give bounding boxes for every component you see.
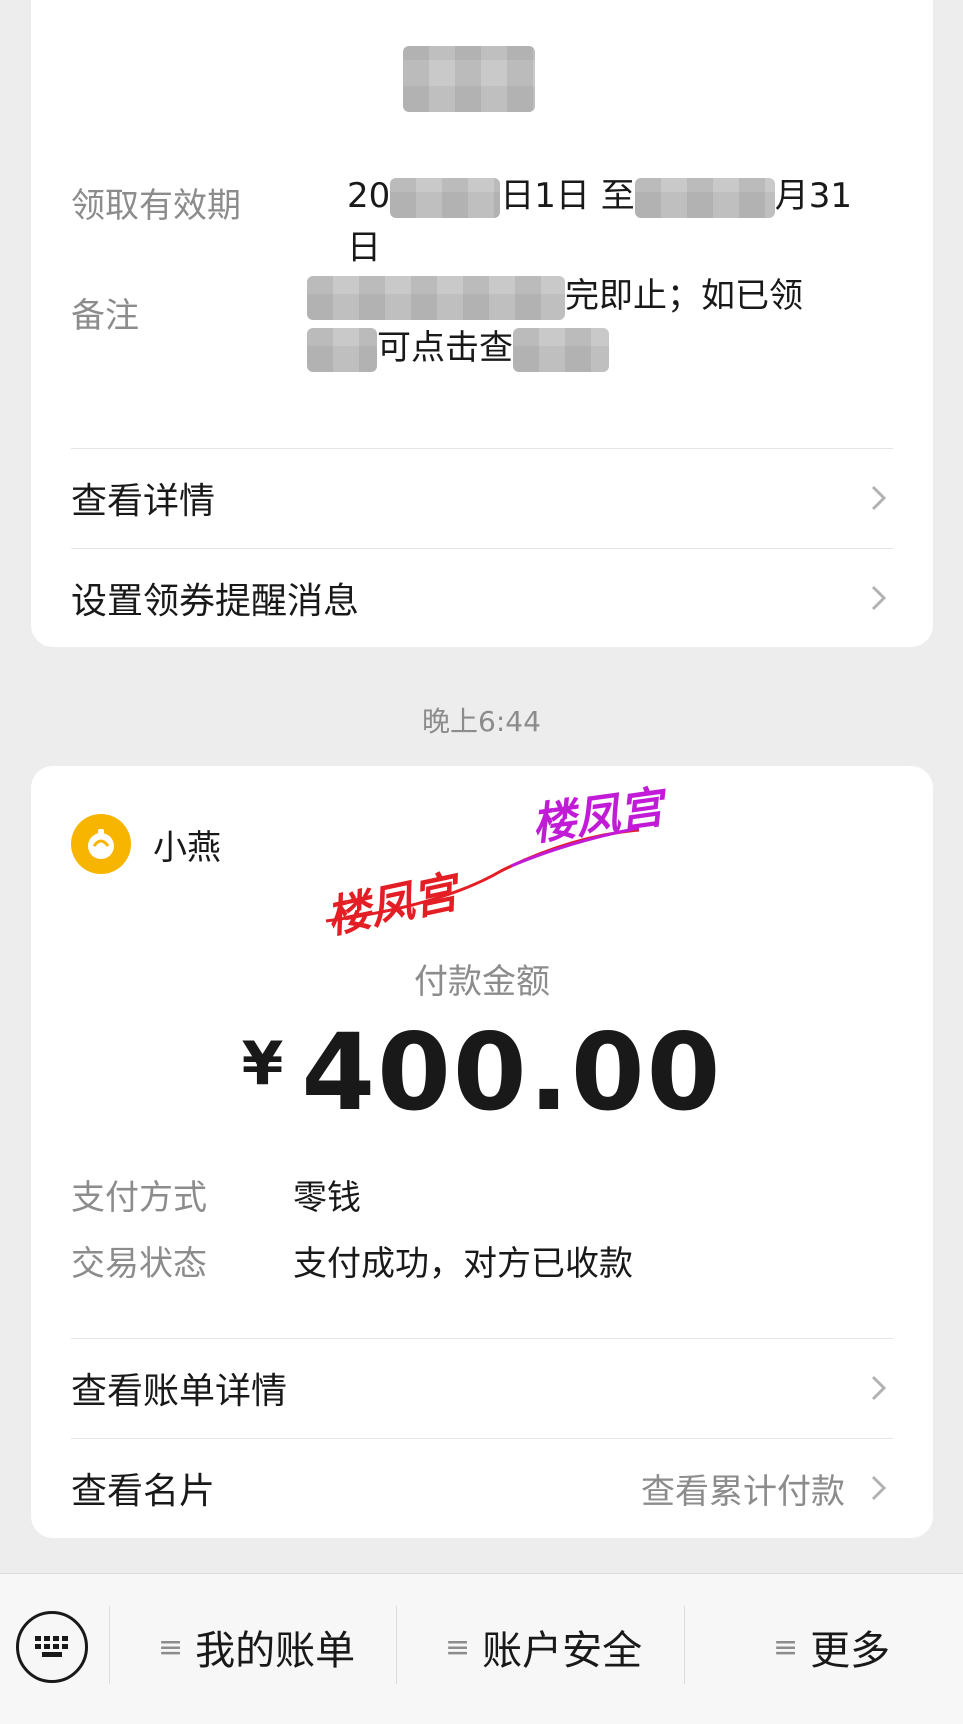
amount-label: 付款金额 [414, 962, 550, 1002]
view-card-row[interactable]: 查看名片 查看累计付款 [71, 1438, 893, 1538]
menu-more-label: 更多 [810, 1628, 891, 1674]
validity-redaction-1 [390, 177, 501, 218]
set-reminder-row[interactable]: 设置领券提醒消息 [71, 548, 893, 648]
menu-my-bills[interactable]: ≡ 我的账单 [158, 1612, 355, 1682]
keyboard-toggle-button[interactable] [16, 1611, 88, 1683]
currency-symbol: ¥ [241, 1029, 284, 1099]
view-total-label: 查看累计付款 [641, 1471, 845, 1512]
menu-icon: ≡ [773, 1629, 799, 1665]
view-bill-row[interactable]: 查看账单详情 [71, 1338, 893, 1438]
divider [396, 1606, 397, 1684]
view-details-row[interactable]: 查看详情 [71, 448, 893, 548]
validity-value-mid: 日1日 至 [500, 176, 635, 216]
view-details-label: 查看详情 [71, 481, 216, 522]
remark-value-line1: 完即止；如已领 [565, 276, 803, 316]
keyboard-icon [35, 1636, 68, 1657]
merchant-logo-icon [71, 814, 131, 874]
pixelated-title [403, 46, 535, 112]
validity-value-end: 月31 [774, 176, 852, 216]
remark-redaction-3 [513, 327, 609, 372]
menu-more[interactable]: ≡ 更多 [773, 1612, 890, 1682]
menu-icon: ≡ [158, 1629, 184, 1665]
validity-redaction-2 [634, 177, 775, 218]
set-reminder-label: 设置领券提醒消息 [71, 581, 360, 622]
payment-card: 小燕 楼凤宫 楼凤宫 付款金额 ¥ 400.00 支付方式 零钱 交易状态 支付… [31, 766, 933, 1538]
view-total-link[interactable]: 查看累计付款 [641, 1464, 893, 1513]
message-timestamp: 晚上6:44 [422, 705, 541, 738]
chevron-right-icon [871, 485, 887, 511]
validity-value: 20 日1日 至 月31 日 [347, 170, 907, 274]
coupon-card: 领取有效期 20 日1日 至月31 日 备注 完即止；如已领 可点击查 查看详情 … [31, 0, 933, 647]
menu-account-security-label: 账户安全 [482, 1628, 643, 1674]
status-label: 交易状态 [71, 1244, 207, 1284]
pay-method-label: 支付方式 [71, 1178, 207, 1218]
validity-value-line2: 日 [347, 228, 381, 268]
watermark-stamp: 楼凤宫 [528, 782, 667, 851]
remark-value: 完即止；如已领 可点击查 [307, 270, 907, 374]
amount-value: 400.00 [301, 1011, 723, 1134]
remark-value-line2: 可点击查 [377, 328, 513, 368]
chevron-right-icon [871, 1475, 887, 1501]
menu-icon: ≡ [445, 1629, 471, 1665]
status-row: 交易状态 支付成功，对方已收款 [71, 1236, 633, 1285]
remark-redaction-2 [307, 327, 377, 372]
view-bill-label: 查看账单详情 [71, 1371, 288, 1412]
pay-method-row: 支付方式 零钱 [71, 1170, 361, 1219]
menu-my-bills-label: 我的账单 [195, 1628, 356, 1674]
status-value: 支付成功，对方已收款 [293, 1244, 633, 1284]
merchant-header[interactable]: 小燕 [71, 814, 221, 874]
view-card-label: 查看名片 [71, 1471, 216, 1512]
validity-label: 领取有效期 [71, 186, 241, 226]
remark-label: 备注 [71, 296, 139, 336]
amount: ¥ 400.00 [31, 1011, 933, 1134]
divider [684, 1606, 685, 1684]
bottom-menu-bar: ≡ 我的账单 ≡ 账户安全 ≡ 更多 [0, 1573, 963, 1724]
merchant-name: 小燕 [153, 827, 221, 868]
chevron-right-icon [871, 585, 887, 611]
divider [109, 1606, 110, 1684]
remark-redaction-1 [307, 275, 565, 320]
menu-account-security[interactable]: ≡ 账户安全 [445, 1612, 642, 1682]
pay-method-value: 零钱 [293, 1178, 361, 1218]
validity-value-start: 20 [347, 176, 391, 216]
chevron-right-icon [871, 1375, 887, 1401]
